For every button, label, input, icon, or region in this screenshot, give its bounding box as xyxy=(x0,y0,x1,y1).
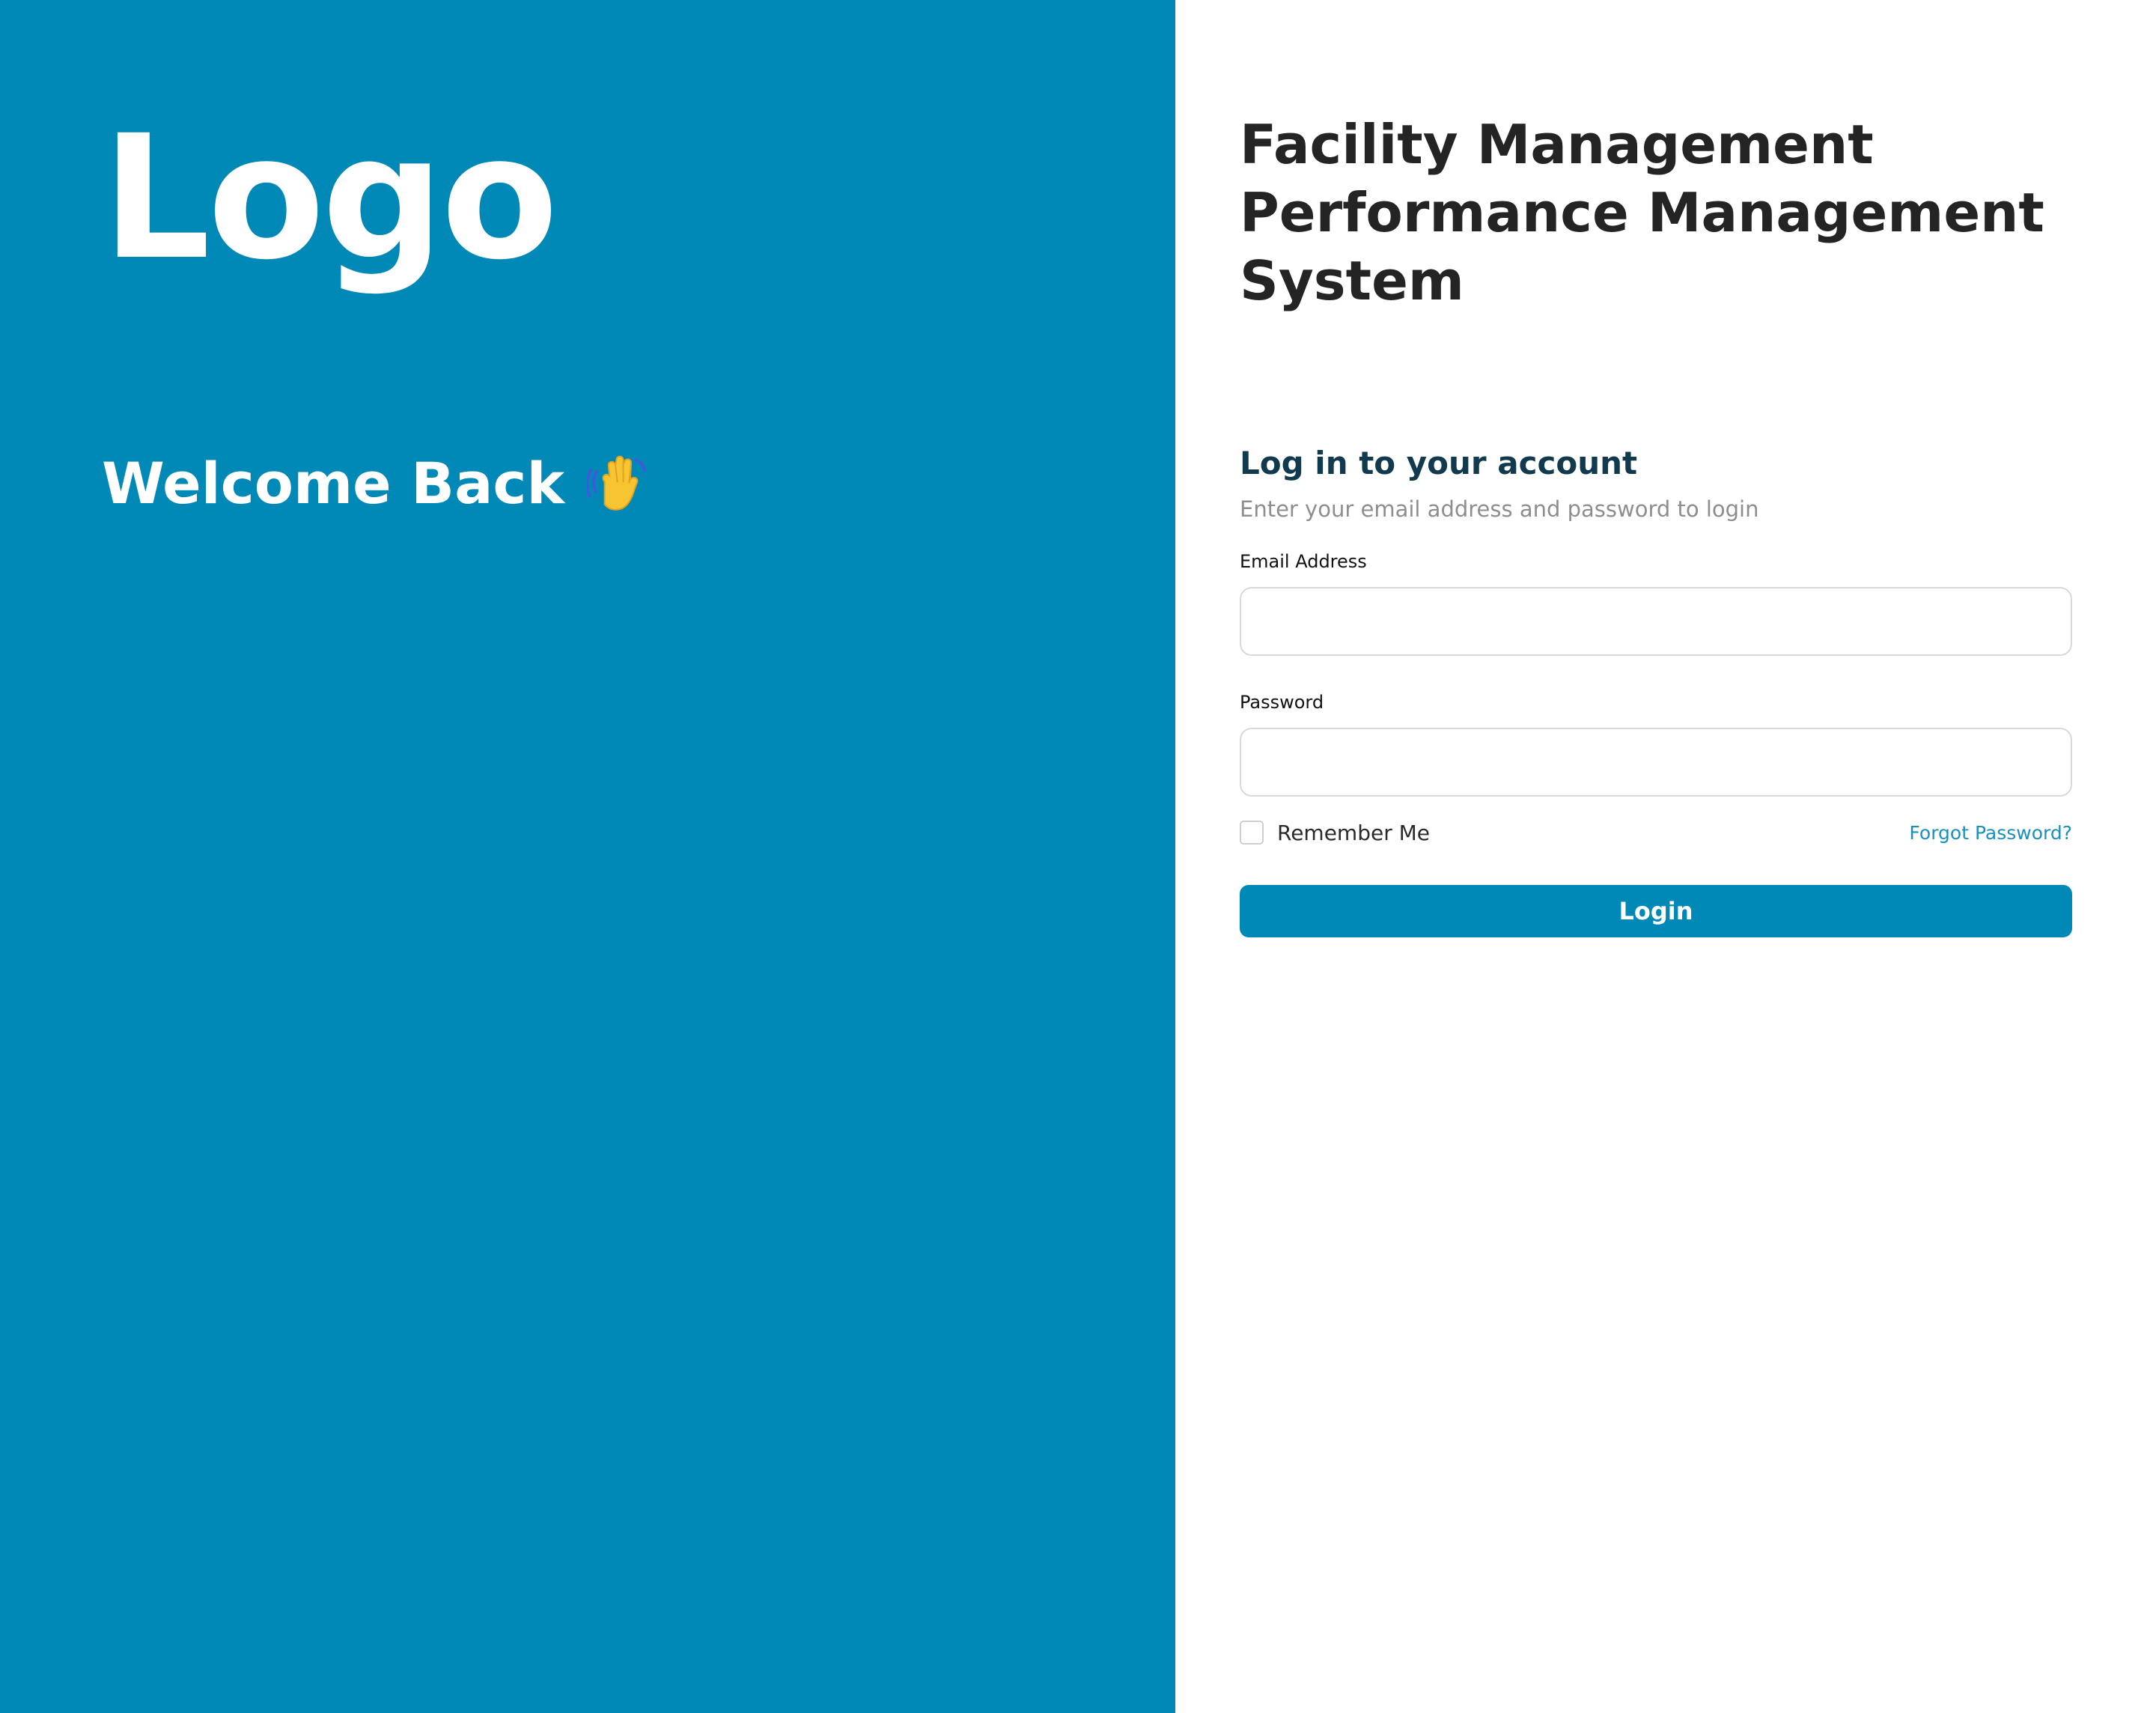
page-title-line: System xyxy=(1240,249,1464,312)
page-title-line: Performance Management xyxy=(1240,181,2044,244)
waving-hand-icon xyxy=(585,452,650,515)
page-title-line: Facility Management xyxy=(1240,113,1874,176)
login-panel: Facility Management Performance Manageme… xyxy=(1175,0,2156,1713)
page-title: Facility Management Performance Manageme… xyxy=(1240,111,2101,315)
welcome-message: Welcome Back xyxy=(102,449,650,517)
brand-panel: Logo Welcome Back xyxy=(0,0,1175,1713)
remember-me-checkbox[interactable] xyxy=(1240,821,1264,845)
form-options: Remember Me Forgot Password? xyxy=(1240,818,2072,848)
logo: Logo xyxy=(102,98,558,297)
login-page: Logo Welcome Back Facility Management Pe… xyxy=(0,0,2156,1713)
form-subheading: Enter your email address and password to… xyxy=(1240,496,1759,522)
remember-me-label[interactable]: Remember Me xyxy=(1277,821,1430,845)
password-label: Password xyxy=(1240,692,1324,713)
login-button[interactable]: Login xyxy=(1240,885,2072,937)
forgot-password-link[interactable]: Forgot Password? xyxy=(1909,822,2072,844)
email-label: Email Address xyxy=(1240,551,1367,572)
remember-me[interactable]: Remember Me xyxy=(1240,821,1430,845)
email-field[interactable] xyxy=(1240,587,2072,656)
form-heading: Log in to your account xyxy=(1240,445,1638,481)
login-form: Log in to your account Enter your email … xyxy=(1240,442,2072,937)
welcome-text: Welcome Back xyxy=(102,450,564,517)
password-field[interactable] xyxy=(1240,728,2072,797)
